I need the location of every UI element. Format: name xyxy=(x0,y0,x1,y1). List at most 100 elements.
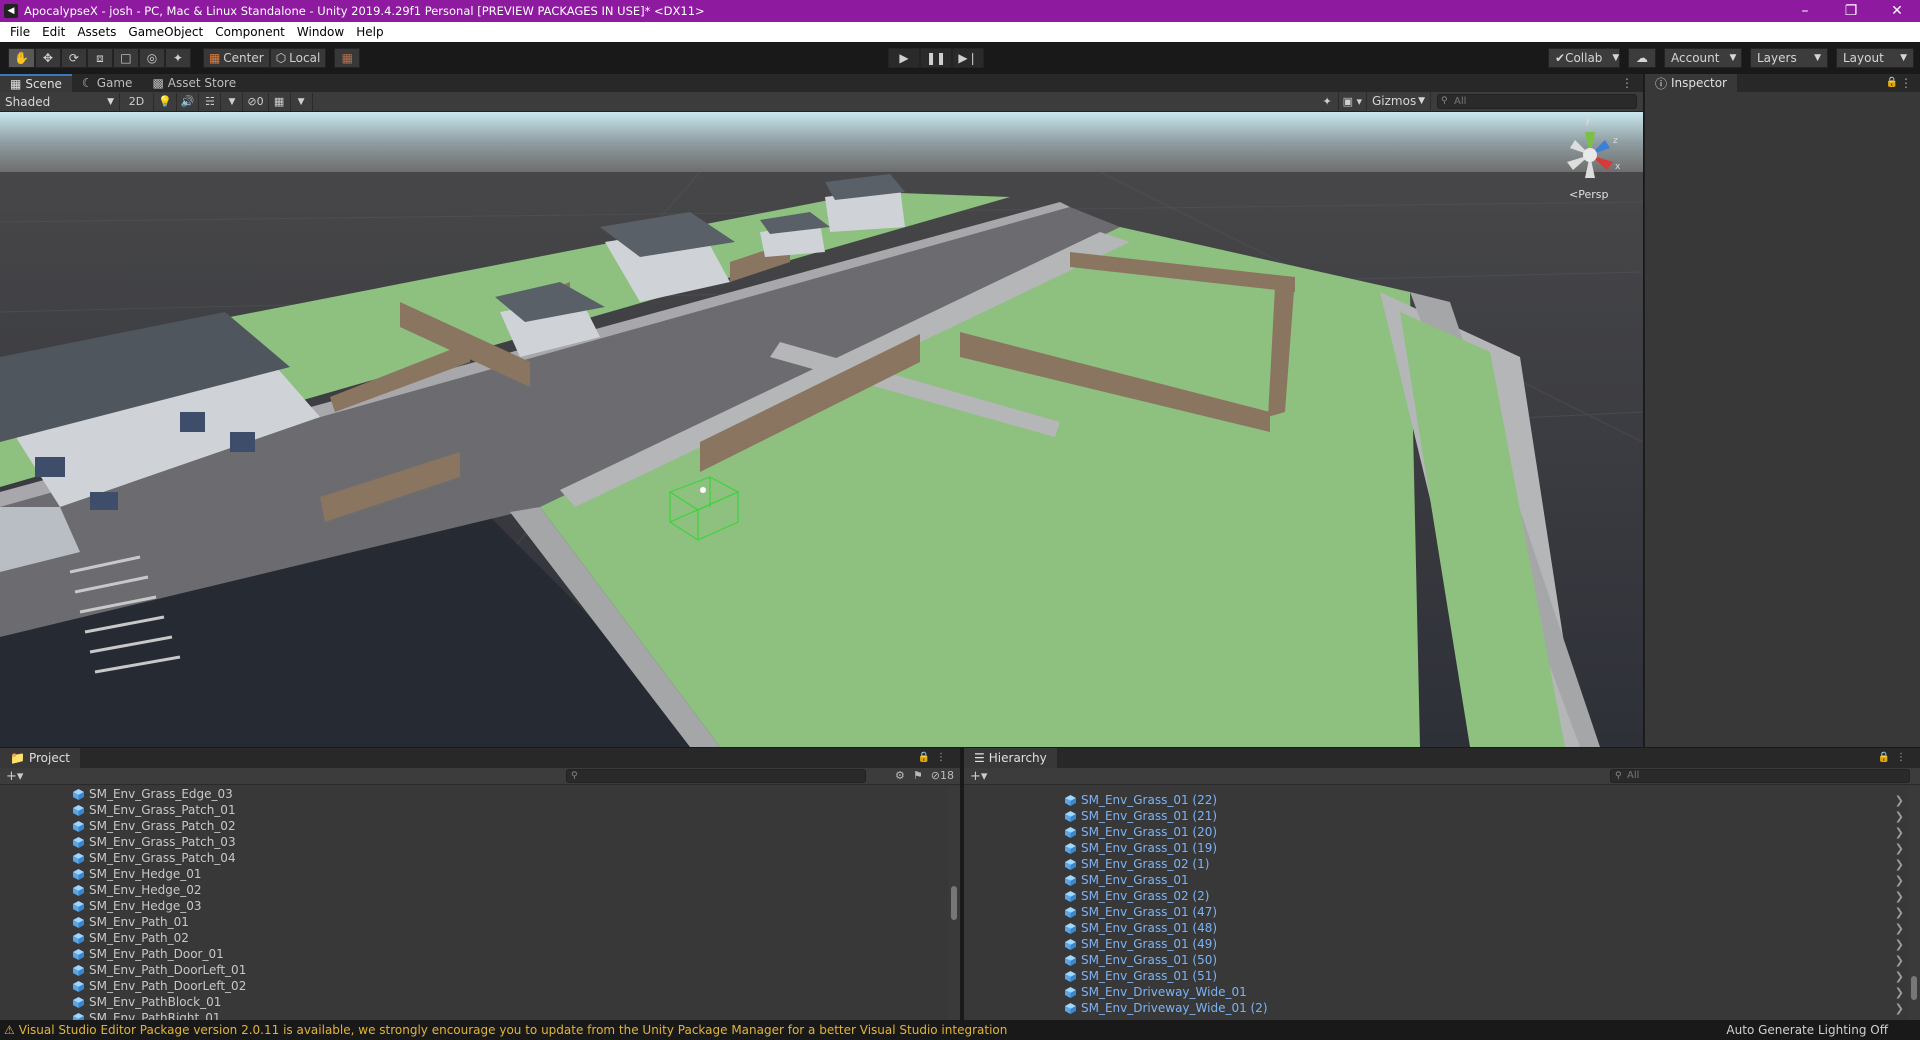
list-item[interactable]: SM_Env_Path_01 xyxy=(72,914,946,930)
project-search-input[interactable]: ⚲ xyxy=(566,769,866,783)
chevron-right-icon[interactable]: ❯ xyxy=(1895,938,1904,951)
table-row[interactable]: SM_Env_Grass_02 (1) ❯ xyxy=(1064,856,1908,872)
tab-game[interactable]: ☾ Game xyxy=(71,74,143,92)
layout-dropdown[interactable]: Layout ▼ xyxy=(1836,48,1914,68)
gizmos-dropdown[interactable]: Gizmos ▼ xyxy=(1367,92,1431,110)
transform-tool-icon[interactable]: ◎ xyxy=(138,48,165,68)
grid-chevron-icon[interactable]: ▼ xyxy=(291,92,313,111)
camera-icon[interactable]: ▣ ▾ xyxy=(1339,92,1367,110)
lock-icon[interactable]: 🔒 xyxy=(1878,752,1896,763)
menu-component[interactable]: Component xyxy=(209,25,291,39)
scrollbar-thumb[interactable] xyxy=(951,886,957,920)
lock-icon[interactable]: 🔒 xyxy=(918,752,936,763)
orientation-gizmo[interactable]: y z x <Persp xyxy=(1555,116,1625,201)
list-item[interactable]: SM_Env_Path_02 xyxy=(72,930,946,946)
scale-tool-icon[interactable]: ⧈ xyxy=(86,48,113,68)
list-item[interactable]: SM_Env_Hedge_03 xyxy=(72,898,946,914)
kebab-menu-icon[interactable]: ⋮ xyxy=(936,752,952,763)
kebab-menu-icon[interactable]: ⋮ xyxy=(1621,76,1633,90)
lighting-icon[interactable]: 💡 xyxy=(154,92,177,111)
persp-toggle[interactable]: <Persp xyxy=(1569,188,1608,201)
add-asset-button[interactable]: +▾ xyxy=(0,769,29,784)
list-item[interactable]: SM_Env_Path_Door_01 xyxy=(72,946,946,962)
table-row[interactable]: SM_Env_Grass_01 (47) ❯ xyxy=(1064,904,1908,920)
menu-assets[interactable]: Assets xyxy=(71,25,122,39)
list-item[interactable]: SM_Env_Hedge_02 xyxy=(72,882,946,898)
menu-window[interactable]: Window xyxy=(291,25,350,39)
minimize-icon[interactable]: – xyxy=(1782,0,1828,22)
toggle-2d-button[interactable]: 2D xyxy=(120,92,154,111)
menu-file[interactable]: File xyxy=(4,25,36,39)
chevron-right-icon[interactable]: ❯ xyxy=(1895,954,1904,967)
menu-edit[interactable]: Edit xyxy=(36,25,71,39)
hand-tool-icon[interactable]: ✋ xyxy=(8,48,35,68)
chevron-right-icon[interactable]: ❯ xyxy=(1895,890,1904,903)
chevron-right-icon[interactable]: ❯ xyxy=(1895,986,1904,999)
list-item[interactable]: SM_Env_Grass_Patch_02 xyxy=(72,818,946,834)
chevron-right-icon[interactable]: ❯ xyxy=(1895,1002,1904,1015)
scrollbar-thumb[interactable] xyxy=(1911,976,1917,1000)
chevron-right-icon[interactable]: ❯ xyxy=(1895,842,1904,855)
filter-by-label-icon[interactable]: ⚑ xyxy=(913,769,923,782)
scene-viewport[interactable]: y z x <Persp xyxy=(0,112,1643,747)
tab-scene[interactable]: ▦ Scene xyxy=(0,74,72,92)
list-item[interactable]: SM_Env_Grass_Patch_01 xyxy=(72,802,946,818)
pause-icon[interactable]: ❚❚ xyxy=(920,48,952,68)
hierarchy-search-input[interactable]: ⚲ All xyxy=(1610,769,1910,783)
menu-help[interactable]: Help xyxy=(350,25,389,39)
filter-by-type-icon[interactable]: ⚙ xyxy=(895,769,905,782)
hidden-packages-toggle[interactable]: ⊘18 xyxy=(931,769,954,782)
list-item[interactable]: SM_Env_Path_DoorLeft_02 xyxy=(72,978,946,994)
pivot-center-button[interactable]: ▦ Center xyxy=(202,48,270,68)
tab-project[interactable]: 📁 Project xyxy=(0,748,81,768)
lock-icon[interactable]: 🔒 xyxy=(1886,77,1898,88)
audio-icon[interactable]: 🔊 xyxy=(177,92,200,111)
list-item[interactable]: SM_Env_PathRight_01 xyxy=(72,1010,946,1020)
table-row[interactable]: SM_Env_Grass_01 (22) ❯ xyxy=(1064,792,1908,808)
effects-icon[interactable]: ☵ xyxy=(199,92,222,111)
list-item[interactable]: SM_Env_Grass_Patch_04 xyxy=(72,850,946,866)
hidden-objects-toggle[interactable]: ⊘ 0 xyxy=(243,92,269,111)
close-icon[interactable]: ✕ xyxy=(1874,0,1920,22)
chevron-right-icon[interactable]: ❯ xyxy=(1895,794,1904,807)
chevron-right-icon[interactable]: ❯ xyxy=(1895,826,1904,839)
list-item[interactable]: SM_Env_Hedge_01 xyxy=(72,866,946,882)
account-dropdown[interactable]: Account ▼ xyxy=(1664,48,1742,68)
layers-dropdown[interactable]: Layers ▼ xyxy=(1750,48,1828,68)
table-row[interactable]: SM_Env_Grass_01 (49) ❯ xyxy=(1064,936,1908,952)
scene-search-input[interactable]: ⚲ All xyxy=(1437,94,1637,109)
grid-snap-icon[interactable]: ▦ xyxy=(334,48,361,68)
project-scrollbar[interactable] xyxy=(948,786,960,1020)
table-row[interactable]: SM_Env_Grass_01 (21) ❯ xyxy=(1064,808,1908,824)
table-row[interactable]: SM_Env_Grass_01 (48) ❯ xyxy=(1064,920,1908,936)
move-tool-icon[interactable]: ✥ xyxy=(34,48,61,68)
table-row[interactable]: SM_Env_Grass_01 (19) ❯ xyxy=(1064,840,1908,856)
chevron-right-icon[interactable]: ❯ xyxy=(1895,906,1904,919)
table-row[interactable]: SM_Env_Grass_01 ❯ xyxy=(1064,872,1908,888)
lighting-status[interactable]: Auto Generate Lighting Off xyxy=(1726,1023,1888,1037)
list-item[interactable]: SM_Env_Grass_Patch_03 xyxy=(72,834,946,850)
chevron-right-icon[interactable]: ❯ xyxy=(1895,858,1904,871)
table-row[interactable]: SM_Env_Grass_01 (50) ❯ xyxy=(1064,952,1908,968)
hierarchy-scrollbar[interactable] xyxy=(1908,786,1920,1020)
table-row[interactable]: SM_Env_Grass_01 (20) ❯ xyxy=(1064,824,1908,840)
kebab-menu-icon[interactable]: ⋮ xyxy=(1896,752,1912,763)
table-row[interactable]: SM_Env_Grass_01 (51) ❯ xyxy=(1064,968,1908,984)
chevron-right-icon[interactable]: ❯ xyxy=(1895,922,1904,935)
tools-icon[interactable]: ✦ xyxy=(1317,92,1339,110)
effects-chevron-icon[interactable]: ▼ xyxy=(221,92,244,111)
step-icon[interactable]: ▶❘ xyxy=(952,48,984,68)
rect-tool-icon[interactable]: □ xyxy=(112,48,139,68)
pivot-local-button[interactable]: ⬡ Local xyxy=(269,48,327,68)
chevron-right-icon[interactable]: ❯ xyxy=(1895,810,1904,823)
restore-icon[interactable]: ❐ xyxy=(1828,0,1874,22)
menu-gameobject[interactable]: GameObject xyxy=(122,25,209,39)
list-item[interactable]: SM_Env_PathBlock_01 xyxy=(72,994,946,1010)
rotate-tool-icon[interactable]: ⟳ xyxy=(60,48,87,68)
chevron-right-icon[interactable]: ❯ xyxy=(1895,970,1904,983)
table-row[interactable]: SM_Env_Driveway_Wide_01 ❯ xyxy=(1064,984,1908,1000)
kebab-menu-icon[interactable]: ⋮ xyxy=(1900,76,1912,90)
table-row[interactable]: SM_Env_Grass_02 (2) ❯ xyxy=(1064,888,1908,904)
shading-mode-dropdown[interactable]: Shaded ▼ xyxy=(0,92,120,111)
grid-icon[interactable]: ▦ xyxy=(269,92,291,111)
